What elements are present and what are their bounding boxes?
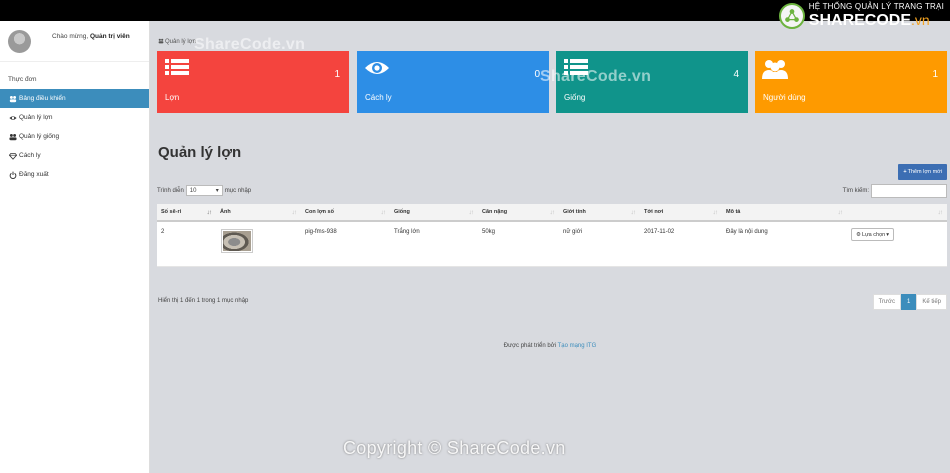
cell-image (216, 222, 301, 266)
cell-description: Đây là nội dung (726, 229, 768, 235)
column-weight[interactable]: Cân nặng ↓↑ (478, 204, 559, 220)
user-panel: Chào mừng, Quản trị viên (0, 21, 149, 62)
sort-icon: ↓↑ (468, 208, 474, 216)
cell-actions: ⚙ Lựa chọn ▾ (847, 222, 947, 266)
dashboard-icon (8, 94, 17, 103)
sidebar-item-label: Quản lý giống (19, 133, 60, 140)
cell-gender: nữ giới (563, 229, 582, 235)
top-bar: HỆ THỐNG QUẢN LÝ TRANG TRẠI SHARECODE.vn (0, 0, 950, 29)
column-gender[interactable]: Giới tính ↓↑ (559, 204, 640, 220)
footer-link[interactable]: Tạo mạng ITG (558, 343, 597, 349)
page-title: Quản lý lợn (158, 144, 242, 161)
eye-icon (364, 57, 390, 81)
add-pig-button[interactable]: + Thêm lợn mới (898, 164, 947, 180)
avatar (8, 30, 31, 53)
sidebar-item-pigs[interactable]: Quản lý lợn (0, 108, 149, 127)
stat-label: Giống (564, 93, 586, 102)
sort-icon: ↓↑ (380, 208, 386, 216)
breadcrumb-label: Quản lý lợn (165, 39, 196, 45)
column-description[interactable]: Mô tả ↓↑ (722, 204, 847, 220)
plus-icon: + (903, 169, 907, 175)
system-title: HỆ THỐNG QUẢN LÝ TRANG TRẠI (808, 2, 944, 11)
breadcrumb: Quản lý lợn (158, 38, 196, 46)
column-pig-no[interactable]: Con lợn số ↓↑ (301, 204, 390, 220)
sidebar-item-label: Bảng điều khiển (19, 95, 66, 102)
sidebar-item-breeds[interactable]: Quản lý giống (0, 127, 149, 146)
list-icon (164, 57, 190, 81)
sort-icon: ↓↑ (712, 208, 718, 216)
row-options-button[interactable]: ⚙ Lựa chọn ▾ (851, 228, 894, 241)
pagination-prev[interactable]: Trước (872, 294, 901, 310)
pagination-next[interactable]: Kế tiếp (916, 294, 947, 310)
pigs-table: Số sê-ri ↓↑ Ảnh ↓↑ Con lợn số ↓↑ Giống ↓↑ Câ… (157, 204, 947, 267)
stat-label: Lợn (165, 93, 180, 102)
cell-arrived: 2017-11-02 (644, 229, 675, 235)
cell-weight: 50kg (482, 229, 496, 235)
sidebar-item-label: Cách ly (19, 152, 41, 159)
column-image[interactable]: Ảnh ↓↑ (216, 204, 301, 220)
users-icon (762, 57, 788, 81)
user-name: Quản trị viên (89, 33, 130, 40)
table-info: Hiển thị 1 đến 1 trong 1 mục nhập (158, 298, 249, 304)
search-input[interactable] (871, 184, 947, 198)
sidebar: Chào mừng, Quản trị viên Thực đơn Bảng đ… (0, 21, 150, 473)
caret-down-icon: ▾ (886, 231, 889, 238)
stat-label: Cách ly (365, 93, 392, 102)
stat-count: 1 (334, 69, 340, 80)
chevron-down-icon: ▾ (215, 188, 219, 194)
column-breed[interactable]: Giống ↓↑ (390, 204, 478, 220)
sort-icon: ↓↑ (291, 208, 297, 216)
main-content: Quản lý lợn 1 Lợn 0 Cách ly 4 Giống 1 Ng… (150, 21, 950, 473)
sort-icon: ↓↑ (937, 208, 943, 216)
footer: Được phát triển bởi Tạo mạng ITG (503, 343, 597, 349)
users-icon (8, 132, 17, 141)
pig-thumbnail[interactable] (221, 229, 253, 253)
stat-box-quarantine[interactable]: 0 Cách ly (357, 51, 549, 113)
page-length-select[interactable]: 10 ▾ (185, 185, 223, 196)
sort-icon: ↓↑ (549, 208, 555, 216)
cell-serial: 2 (161, 229, 165, 235)
stat-count: 1 (932, 69, 938, 80)
dashboard-icon (158, 38, 164, 46)
stat-box-pigs[interactable]: 1 Lợn (157, 51, 349, 113)
sort-icon: ↓↑ (206, 208, 212, 216)
sidebar-item-quarantine[interactable]: Cách ly (0, 146, 149, 165)
table-search: Tìm kiếm: (843, 184, 947, 198)
pagination-page[interactable]: 1 (900, 294, 917, 310)
gear-icon: ⚙ (856, 231, 861, 238)
sort-icon: ↓↑ (837, 208, 843, 216)
sort-icon: ↓↑ (630, 208, 636, 216)
menu-header: Thực đơn (8, 76, 37, 83)
cell-breed: Trắng lớn (394, 229, 420, 235)
watermark-copyright: Copyright © ShareCode.vn (343, 438, 566, 458)
stat-label: Người dùng (763, 93, 806, 102)
diamond-icon (8, 151, 17, 160)
page-length-control: Trình diễn 10 ▾ mục nhập (157, 185, 251, 196)
column-arrived[interactable]: Tới nơi ↓↑ (640, 204, 722, 220)
column-actions[interactable]: ↓↑ (847, 204, 947, 220)
table-row: 2 pig-fms-938 Trắng lớn 50kg nữ giới 201… (157, 222, 947, 267)
column-serial[interactable]: Số sê-ri ↓↑ (157, 204, 216, 220)
eye-icon (8, 113, 17, 122)
stat-count: 4 (733, 69, 739, 80)
watermark: ShareCode.vn (540, 68, 652, 85)
table-header: Số sê-ri ↓↑ Ảnh ↓↑ Con lợn số ↓↑ Giống ↓↑ Câ… (157, 204, 947, 222)
welcome-text: Chào mừng, Quản trị viên (52, 33, 130, 40)
stat-box-users[interactable]: 1 Người dùng (755, 51, 947, 113)
sidebar-item-label: Quản lý lợn (19, 114, 53, 121)
sidebar-item-label: Đăng xuất (19, 171, 49, 178)
sidebar-item-dashboard[interactable]: Bảng điều khiển (0, 89, 149, 108)
power-icon (8, 170, 17, 179)
cell-pig-no: pig-fms-938 (305, 229, 337, 235)
sidebar-item-logout[interactable]: Đăng xuất (0, 165, 149, 184)
search-label: Tìm kiếm: (842, 188, 869, 194)
pagination: Trước 1 Kế tiếp (872, 294, 947, 310)
watermark: ShareCode.vn (194, 36, 306, 53)
